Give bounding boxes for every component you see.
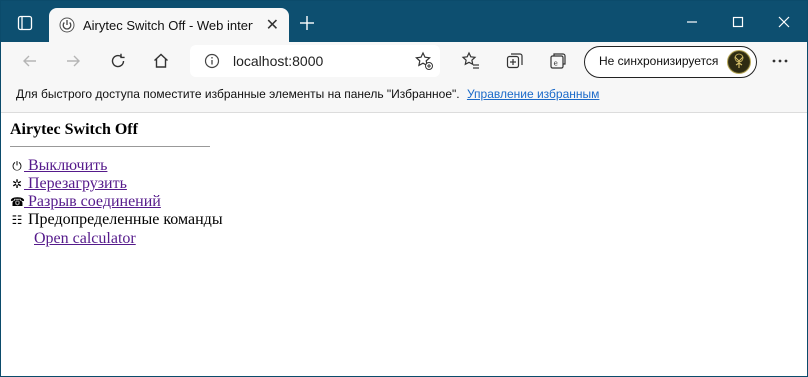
settings-more-button[interactable] — [765, 46, 795, 76]
tree-avatar-icon — [729, 52, 749, 72]
browser-window: Airytec Switch Off - Web interface ✕ — [0, 0, 808, 377]
restart-icon: ✲ — [11, 177, 23, 191]
browser-toolbar: localhost:8000 e Не синхронизируется — [1, 42, 807, 80]
back-button[interactable] — [15, 46, 45, 76]
minimize-button[interactable] — [669, 1, 715, 42]
tab-close-icon[interactable]: ✕ — [266, 15, 279, 35]
favorites-bar: Для быстрого доступа поместите избранные… — [1, 80, 807, 113]
maximize-icon — [732, 16, 744, 27]
arrow-right-icon — [67, 55, 80, 67]
manage-favorites-link[interactable]: Управление избранным — [467, 87, 599, 101]
restart-item: ✲ Перезагрузить — [10, 175, 127, 193]
predefined-commands-item: ☷ Предопределенные команды — [10, 211, 223, 229]
browser-tab[interactable]: Airytec Switch Off - Web interface ✕ — [49, 8, 289, 42]
close-window-button[interactable] — [761, 1, 807, 42]
disconnect-item: ☎ Разрыв соединений — [10, 193, 161, 211]
tab-actions-button[interactable] — [9, 7, 41, 39]
shutdown-item: ⏻ Выключить — [10, 157, 107, 175]
extension-icon: e — [550, 53, 566, 69]
avatar — [727, 50, 751, 74]
favorites-button[interactable] — [456, 46, 486, 76]
tab-title: Airytec Switch Off - Web interface — [83, 17, 253, 33]
info-icon — [204, 53, 220, 69]
title-bar: Airytec Switch Off - Web interface ✕ — [1, 1, 807, 42]
minimize-icon — [687, 20, 697, 23]
command-item: Open calculator — [34, 230, 136, 248]
svg-text:e: e — [554, 60, 558, 68]
commands-icon: ☷ — [11, 213, 23, 227]
profile-sync-button[interactable]: Не синхронизируется — [584, 46, 757, 78]
refresh-icon — [111, 53, 125, 68]
restart-link[interactable]: Перезагрузить — [24, 175, 127, 192]
disconnect-link[interactable]: Разрыв соединений — [24, 193, 161, 210]
favorites-message: Для быстрого доступа поместите избранные… — [16, 87, 599, 101]
close-icon — [778, 16, 790, 27]
page-title: Airytec Switch Off — [10, 121, 138, 138]
plus-icon — [300, 16, 314, 30]
refresh-button[interactable] — [103, 46, 133, 76]
disconnect-icon: ☎ — [10, 195, 25, 209]
sync-status-label: Не синхронизируется — [599, 54, 719, 68]
arrow-left-icon — [23, 55, 36, 67]
url-text: localhost:8000 — [233, 53, 324, 69]
home-button[interactable] — [146, 46, 176, 76]
favorites-hint-text: Для быстрого доступа поместите избранные… — [16, 87, 460, 101]
collections-button[interactable] — [500, 46, 530, 76]
add-favorite-icon[interactable] — [414, 51, 434, 71]
page-content: Airytec Switch Off ⏻ Выключить ✲ Перезаг… — [1, 113, 807, 376]
predefined-commands-label: Предопределенные команды — [28, 211, 223, 228]
forward-button[interactable] — [58, 46, 88, 76]
site-favicon-icon — [59, 17, 75, 33]
address-bar[interactable]: localhost:8000 — [190, 45, 440, 77]
tab-actions-icon — [17, 15, 33, 31]
more-icon — [772, 59, 788, 63]
new-tab-button[interactable] — [293, 9, 321, 37]
title-divider — [10, 146, 210, 147]
power-icon: ⏻ — [12, 159, 22, 173]
maximize-button[interactable] — [715, 1, 761, 42]
collections-icon — [506, 53, 523, 69]
extensions-button[interactable]: e — [543, 46, 573, 76]
home-icon — [154, 53, 168, 68]
open-calculator-link[interactable]: Open calculator — [34, 230, 136, 247]
shutdown-link[interactable]: Выключить — [24, 157, 107, 174]
favorites-icon — [461, 51, 479, 69]
